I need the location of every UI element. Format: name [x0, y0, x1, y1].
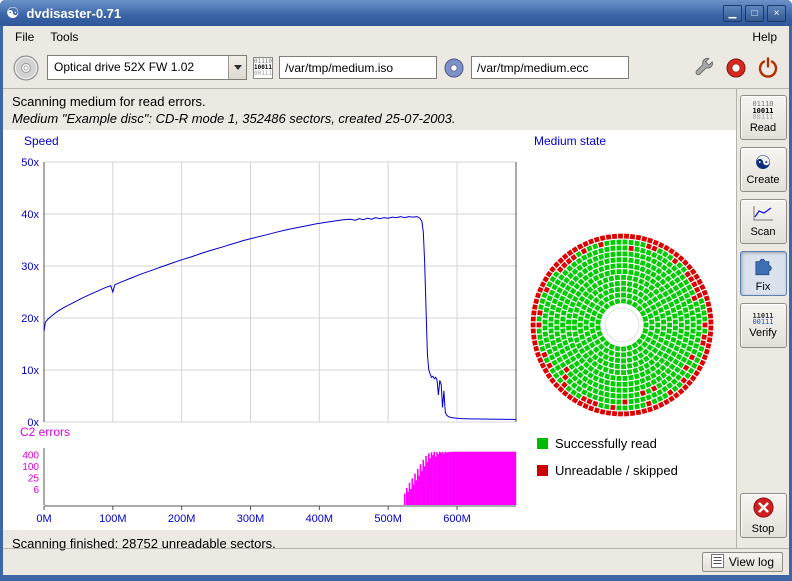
menubar: File Tools Help — [3, 26, 789, 47]
svg-text:300M: 300M — [237, 513, 265, 525]
preferences-wrench-icon[interactable] — [691, 55, 717, 81]
svg-text:10x: 10x — [21, 365, 39, 377]
bad-sectors-swatch — [537, 465, 548, 476]
medium-state-legend: Successfully read Unreadable / skipped — [537, 436, 678, 490]
view-log-button[interactable]: View log — [702, 552, 783, 572]
ecc-path-input[interactable] — [471, 56, 629, 79]
combo-dropdown-button[interactable] — [228, 56, 246, 79]
svg-text:30x: 30x — [21, 261, 39, 273]
svg-text:40x: 40x — [21, 209, 39, 221]
svg-text:20x: 20x — [21, 313, 39, 325]
read-label: Read — [750, 122, 776, 134]
svg-text:500M: 500M — [374, 513, 402, 525]
verify-button[interactable]: 11011 00111 Verify — [740, 303, 787, 348]
help-lifebuoy-icon[interactable] — [723, 55, 749, 81]
drive-select[interactable]: Optical drive 52X FW 1.02 — [47, 55, 247, 80]
status-line-2: Medium "Example disc": CD-R mode 1, 3524… — [12, 111, 456, 126]
legend-item-good: Successfully read — [537, 436, 678, 451]
optical-drive-icon — [11, 53, 41, 83]
minimize-button[interactable]: ▁ — [723, 5, 742, 22]
fix-label: Fix — [756, 281, 771, 293]
medium-state-title: Medium state — [534, 134, 606, 148]
view-log-label: View log — [729, 555, 774, 569]
status-line-1: Scanning medium for read errors. — [12, 94, 206, 109]
app-window: ☯ dvdisaster-0.71 ▁ □ × File Tools Help — [0, 0, 792, 581]
image-file-icon: 01110 10011 00111 — [253, 57, 273, 79]
window-controls: ▁ □ × — [723, 5, 786, 22]
ecc-disc-icon — [443, 57, 465, 79]
svg-text:600M: 600M — [443, 513, 471, 525]
svg-text:25: 25 — [28, 473, 40, 484]
stop-icon — [752, 496, 775, 522]
menu-file[interactable]: File — [7, 28, 42, 46]
good-sectors-swatch — [537, 438, 548, 449]
svg-text:100M: 100M — [99, 513, 127, 525]
svg-text:100: 100 — [22, 462, 39, 473]
svg-text:50x: 50x — [21, 157, 39, 169]
speed-chart-title: Speed — [24, 134, 59, 148]
puzzle-piece-icon — [752, 254, 775, 280]
stop-button[interactable]: Stop — [740, 493, 787, 538]
menu-tools[interactable]: Tools — [42, 28, 86, 46]
window-body: File Tools Help Optical drive 52X FW 1.0… — [3, 26, 789, 575]
drive-select-value: Optical drive 52X FW 1.02 — [48, 56, 228, 79]
action-sidebar: 01110 10011 00111 Read ☯ Create Scan — [736, 89, 789, 548]
svg-text:6: 6 — [33, 485, 39, 496]
svg-text:400: 400 — [22, 451, 39, 462]
binary-verify-icon: 11011 00111 — [752, 313, 773, 326]
iso-path-input[interactable] — [279, 56, 437, 79]
menu-help[interactable]: Help — [744, 28, 785, 46]
yinyang-icon: ☯ — [754, 154, 771, 173]
close-button[interactable]: × — [767, 5, 786, 22]
app-yinyang-icon: ☯ — [6, 6, 19, 21]
svg-text:200M: 200M — [168, 513, 196, 525]
scan-label: Scan — [750, 226, 775, 238]
create-label: Create — [746, 174, 779, 186]
svg-text:400M: 400M — [306, 513, 334, 525]
verify-label: Verify — [749, 327, 777, 339]
bad-sectors-label: Unreadable / skipped — [555, 463, 678, 478]
quit-power-icon[interactable] — [755, 55, 781, 81]
window-title: dvdisaster-0.71 — [26, 6, 723, 21]
create-button[interactable]: ☯ Create — [740, 147, 787, 192]
legend-item-bad: Unreadable / skipped — [537, 463, 678, 478]
scan-button[interactable]: Scan — [740, 199, 787, 244]
stop-label: Stop — [752, 523, 775, 535]
svg-text:0M: 0M — [36, 513, 51, 525]
main-area: Scanning medium for read errors. Medium … — [3, 89, 736, 548]
read-button[interactable]: 01110 10011 00111 Read — [740, 95, 787, 140]
toolbar: Optical drive 52X FW 1.02 01110 10011 00… — [3, 47, 789, 89]
fix-button[interactable]: Fix — [740, 251, 787, 296]
scan-curve-icon — [752, 205, 774, 225]
c2-errors-chart-title: C2 errors — [20, 425, 70, 439]
chevron-down-icon — [234, 65, 242, 70]
maximize-button[interactable]: □ — [745, 5, 764, 22]
good-sectors-label: Successfully read — [555, 436, 657, 451]
chart-panel: 0x10x20x30x40x50x6251004000M100M200M300M… — [3, 130, 736, 530]
bottom-bar: View log — [3, 548, 789, 575]
binary-read-icon: 01110 10011 00111 — [752, 101, 773, 121]
window-titlebar[interactable]: ☯ dvdisaster-0.71 ▁ □ × — [0, 0, 792, 26]
log-document-icon — [711, 554, 724, 571]
